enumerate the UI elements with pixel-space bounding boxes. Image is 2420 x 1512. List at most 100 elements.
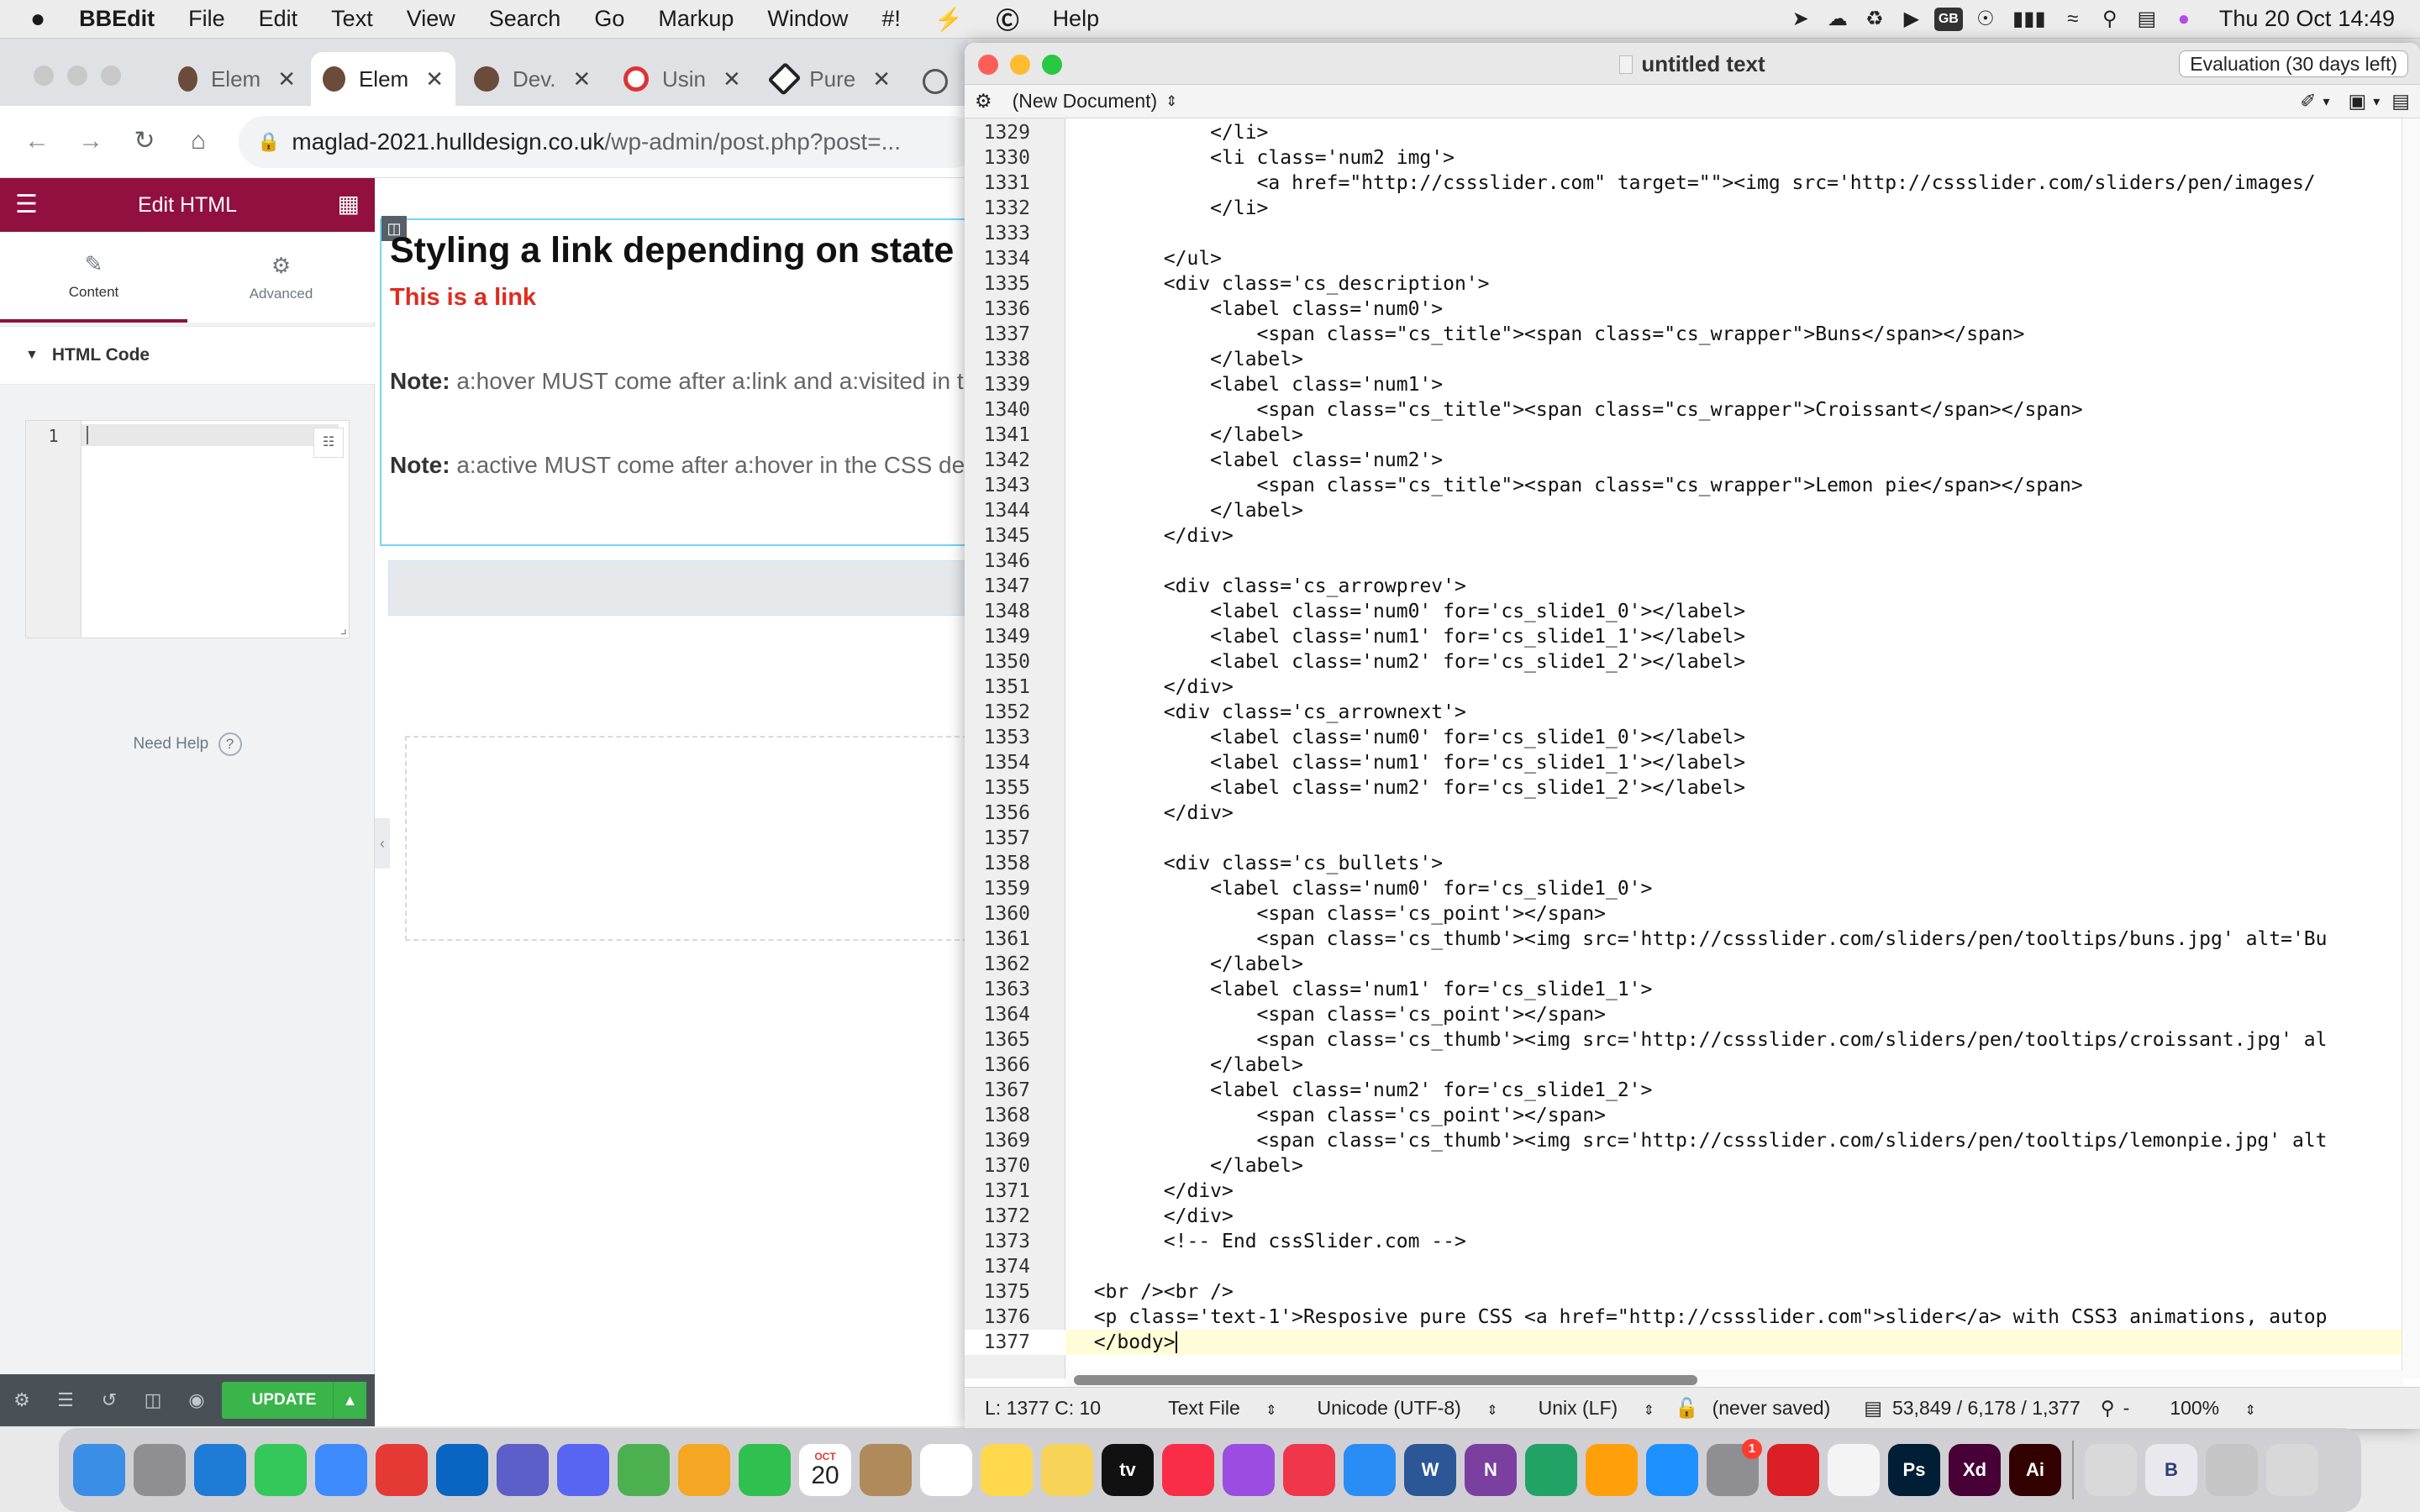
code-line[interactable]: <span class='cs_point'></span> xyxy=(1065,1002,2403,1027)
menu-scripts[interactable]: #! xyxy=(865,6,918,32)
chevron-down-icon[interactable]: ▾ xyxy=(2323,93,2329,110)
line-endings-selector[interactable]: Unix (LF) ⇕ xyxy=(1518,1397,1655,1420)
code-line[interactable]: <label class='num0' for='cs_slide1_0'></… xyxy=(1065,599,2403,624)
code-editor[interactable]: </li> <li class='num2 img'> <a href="htt… xyxy=(1065,118,2403,1378)
browser-tab[interactable]: Pure ✕ xyxy=(761,52,902,106)
code-line[interactable]: <label class='num0' for='cs_slide1_0'></… xyxy=(1065,725,2403,750)
code-line[interactable]: <!-- End cssSlider.com --> xyxy=(1065,1229,2403,1254)
apple-menu-icon[interactable]: ● xyxy=(0,5,62,34)
code-line[interactable]: </label> xyxy=(1065,423,2403,448)
dock-teams-icon[interactable] xyxy=(497,1444,549,1496)
evaluation-button[interactable]: Evaluation (30 days left) xyxy=(2179,50,2408,77)
code-line[interactable]: </div> xyxy=(1065,1179,2403,1204)
code-line[interactable]: </div> xyxy=(1065,675,2403,700)
code-line[interactable]: <p class='text-1'>Resposive pure CSS <a … xyxy=(1065,1305,2403,1330)
bolt-icon[interactable]: ⚡ xyxy=(918,6,980,33)
c-circle-icon[interactable]: Ⓒ xyxy=(980,3,1036,35)
code-line[interactable]: <span class="cs_title"><span class="cs_w… xyxy=(1065,473,2403,498)
dock-system-preferences-icon[interactable]: 1 xyxy=(1707,1439,1762,1496)
code-line[interactable]: <span class='cs_point'></span> xyxy=(1065,1103,2403,1128)
tab-advanced[interactable]: ⚙ Advanced xyxy=(187,232,375,323)
dock-reminders-icon[interactable] xyxy=(920,1444,972,1496)
home-icon[interactable]: ⌂ xyxy=(180,123,217,160)
menubar-date[interactable]: Thu 20 Oct xyxy=(2202,6,2338,32)
dock-facetime-icon[interactable] xyxy=(739,1444,791,1496)
wifi-icon[interactable]: ≈ xyxy=(2054,4,2091,34)
menubar-time[interactable]: 14:49 xyxy=(2338,6,2420,32)
code-line[interactable]: </li> xyxy=(1065,120,2403,145)
dock-xd-icon[interactable]: Xd xyxy=(1949,1444,2001,1496)
dock-calendar-icon[interactable]: OCT 20 xyxy=(799,1444,851,1496)
menu-search[interactable]: Search xyxy=(472,6,578,32)
dock-maps-icon[interactable] xyxy=(618,1444,670,1496)
code-line[interactable]: </div> xyxy=(1065,801,2403,826)
dock-mail-icon[interactable] xyxy=(315,1444,367,1496)
code-line[interactable] xyxy=(1065,549,2403,574)
menu-help[interactable]: Help xyxy=(1036,6,1117,32)
code-line[interactable]: <label class='num2' for='cs_slide1_2'></… xyxy=(1065,775,2403,801)
code-line-current[interactable]: </body> xyxy=(1065,1330,2403,1355)
code-line[interactable]: <label class='num1' for='cs_slide1_1'></… xyxy=(1065,624,2403,649)
close-tab-icon[interactable]: ✕ xyxy=(425,66,444,92)
code-line[interactable] xyxy=(1065,221,2403,246)
globe-favicon-icon[interactable] xyxy=(923,69,948,94)
menu-file[interactable]: File xyxy=(171,6,242,32)
code-line[interactable]: </div> xyxy=(1065,523,2403,549)
dock-tv-icon[interactable]: tv xyxy=(1102,1444,1154,1496)
dock-news-icon[interactable] xyxy=(1283,1444,1335,1496)
widgets-grid-icon[interactable]: ▦ xyxy=(338,190,360,218)
text-counts[interactable]: 53,849 / 6,178 / 1,377 xyxy=(1892,1397,2081,1420)
code-line[interactable]: <label class='num1' for='cs_slide1_1'> xyxy=(1065,977,2403,1002)
code-line[interactable]: </label> xyxy=(1065,1153,2403,1179)
zoom-level[interactable]: 100% ⇕ xyxy=(2149,1397,2256,1420)
add-section-dropzone[interactable] xyxy=(405,736,968,941)
battery-icon[interactable]: ▮▮▮ xyxy=(2004,4,2054,34)
dock-onenote-icon[interactable]: N xyxy=(1465,1444,1517,1496)
code-line[interactable]: <span class='cs_point'></span> xyxy=(1065,901,2403,927)
history-icon[interactable]: ↺ xyxy=(87,1389,131,1411)
dock-launchpad-icon[interactable] xyxy=(134,1444,186,1496)
horizontal-scrollbar[interactable] xyxy=(1065,1370,2403,1387)
siri-icon[interactable]: ● xyxy=(2165,4,2202,34)
back-arrow-icon[interactable]: ← xyxy=(18,123,55,160)
code-line[interactable]: <label class='num2' for='cs_slide1_2'> xyxy=(1065,1078,2403,1103)
code-line[interactable]: <div class='cs_arrowprev'> xyxy=(1065,574,2403,599)
menu-text[interactable]: Text xyxy=(314,6,390,32)
preview-link[interactable]: This is a link xyxy=(390,284,536,312)
code-line[interactable]: <span class='cs_thumb'><img src='http://… xyxy=(1065,927,2403,952)
dock-outlook-icon[interactable] xyxy=(436,1444,488,1496)
dock-finder-icon[interactable] xyxy=(73,1444,125,1496)
code-line[interactable]: </label> xyxy=(1065,952,2403,977)
settings-gear-icon[interactable]: ⚙ xyxy=(0,1389,44,1411)
html-code-section-toggle[interactable]: ▼ HTML Code xyxy=(0,326,375,385)
resize-handle-icon[interactable]: ⌟ xyxy=(340,620,347,638)
code-line[interactable]: <a href="http://cssslider.com" target=""… xyxy=(1065,171,2403,196)
code-line[interactable]: <label class='num1' for='cs_slide1_1'></… xyxy=(1065,750,2403,775)
code-line[interactable]: <br /><br /> xyxy=(1065,1279,2403,1305)
dock-stickies-icon[interactable] xyxy=(1041,1444,1093,1496)
navigator-layers-icon[interactable]: ☰ xyxy=(44,1389,87,1411)
dock-chrome-icon[interactable] xyxy=(1828,1444,1880,1496)
dock-app-store-icon[interactable] xyxy=(1646,1444,1698,1496)
forward-arrow-icon[interactable]: → xyxy=(72,123,109,160)
dock-messages-icon[interactable] xyxy=(255,1444,307,1496)
preview-eye-icon[interactable]: ◉ xyxy=(175,1389,218,1411)
dock-screenshot-icon[interactable] xyxy=(2085,1444,2137,1496)
dock-creative-cloud-icon[interactable] xyxy=(1767,1444,1819,1496)
dock-contacts-icon[interactable] xyxy=(860,1444,912,1496)
browser-tab[interactable]: Dev. ✕ xyxy=(462,52,603,106)
menu-go[interactable]: Go xyxy=(577,6,641,32)
dock-numbers-icon[interactable] xyxy=(1525,1444,1577,1496)
magnifier-icon[interactable]: ⚲ xyxy=(2101,1397,2115,1420)
trash-icon[interactable]: ☷ xyxy=(313,428,344,458)
need-help-link[interactable]: Need Help ? xyxy=(0,732,375,756)
close-window-button[interactable] xyxy=(34,66,54,86)
minimize-window-button[interactable] xyxy=(67,66,87,86)
pen-icon[interactable]: ✐ xyxy=(2300,90,2316,113)
dock-trash-icon[interactable] xyxy=(2266,1444,2318,1496)
code-line[interactable]: <label class='num0' for='cs_slide1_0'> xyxy=(1065,876,2403,901)
code-line[interactable]: <label class='num2' for='cs_slide1_2'></… xyxy=(1065,649,2403,675)
language-selector[interactable]: Text File ⇕ xyxy=(1148,1397,1276,1420)
dock-notes-icon[interactable] xyxy=(981,1444,1033,1496)
responsive-mode-icon[interactable]: ◫ xyxy=(131,1389,175,1411)
